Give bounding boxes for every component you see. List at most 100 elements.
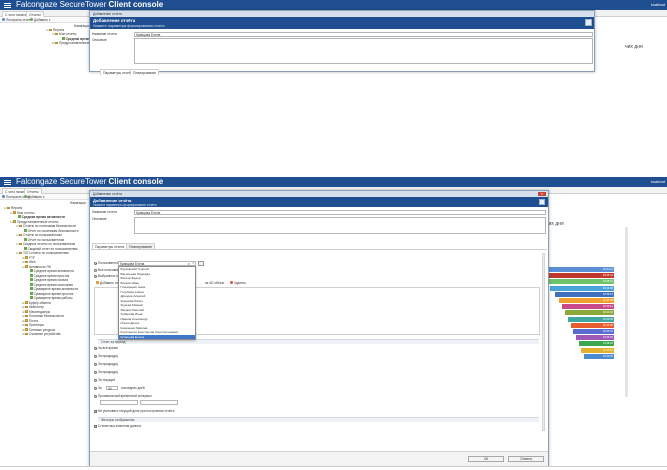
tree-pc-item[interactable]: Среднее время начала [30,278,68,282]
close-button[interactable]: ✕ [538,192,546,196]
main-window: Falcongaze SecureTower Client console lo… [0,177,667,467]
bar-value: 01:48:22 [602,342,613,346]
tree-messengers[interactable]: ⊞ Мессенджеры [22,310,50,314]
user-icon [585,19,592,26]
dialog-scrollbar[interactable] [542,253,545,431]
folder-icon [25,319,28,322]
radio-icon [94,354,97,358]
period-all-time[interactable]: За всё время [94,346,118,350]
name-field[interactable]: Кравцова Елена [134,210,546,215]
add-ad-button[interactable]: из AD объект [205,281,225,285]
period-prev-1[interactable]: За предыдущ [94,354,118,358]
folder-icon [25,314,28,318]
tree-clipboard[interactable]: ⊞ Буфер обмена [22,301,51,305]
tree-user-report[interactable]: Отчет по пользователям [24,238,64,242]
tab-schedule[interactable]: Планирование [130,69,160,75]
cancel-button[interactable]: Отмена [508,456,544,462]
tree-pc-item[interactable]: Среднее время окончания [30,283,73,287]
bar-value: 02:11:50 [603,323,613,327]
tree-by-policies[interactable]: ⊟ Отчеты по политикам безопасности [16,224,76,228]
tree-ftp[interactable]: ⊞ FTP [22,256,35,260]
tree-my-reports[interactable]: ⊟ Мои отчеты [52,32,76,36]
tree-keylogger[interactable]: ⊞ Кейлоггер [22,305,44,309]
folder-icon [13,211,16,214]
delete-button[interactable]: Удалить [230,281,246,285]
tree-pc-item[interactable]: Суммарное время простоя [30,292,73,296]
folder-icon [25,305,28,309]
tree-web[interactable]: ⊞ Web [22,260,36,264]
add-user-icon [96,281,99,284]
date-to-input[interactable] [140,400,178,405]
scrollbar[interactable] [625,227,628,397]
stat-values-option[interactable]: Статистика значения данных [94,424,141,428]
name-field[interactable]: Кравцова Елена [134,32,593,37]
tree-pc-item[interactable]: Суммарное время активности [30,287,78,291]
pick-user-button[interactable] [198,260,204,266]
tree-security-policies[interactable]: ⊞ Политики безопасности [22,314,64,318]
tree-removable[interactable]: ⊞ Съемные устройства [22,332,60,336]
date-from-input[interactable] [100,400,138,405]
nav-header: Навигация [74,24,90,28]
folder-icon [55,32,58,36]
bar: 01:33:00 [583,353,614,359]
menu-icon[interactable] [4,179,11,185]
tree-pc-item[interactable]: Среднее время активности [30,269,74,273]
exclude-current-day[interactable]: Не учитывать текущий день при построении… [94,409,174,413]
tree-mail[interactable]: ⊞ Почта [22,319,38,323]
radio-icon [94,261,97,265]
folder-icon [25,332,28,336]
build-report-button[interactable]: Построить отчет [2,18,30,23]
last-days-input[interactable]: 30 [106,386,118,391]
tree-pc-item[interactable]: Суммарное время работы [30,296,72,300]
bar-value: 02:59:01 [602,292,613,296]
login-label[interactable]: localhost [651,2,665,8]
tree-by-users[interactable]: ⊟ Отчеты по пользователям [16,233,62,237]
tree-pc-activity[interactable]: ⊟ Активность ПК [22,265,51,269]
users-option[interactable]: Пользователь [94,261,119,265]
description-field[interactable] [134,38,593,64]
folder-icon [19,224,22,228]
user-icon [539,199,545,205]
period-custom[interactable]: Произвольный временной интервал [94,394,152,398]
description-field[interactable] [134,217,546,234]
tree-top[interactable]: ⊟ ТОП-отчеты по пользователям [16,251,69,255]
tree-printers[interactable]: ⊞ Принтеры [22,323,44,327]
search-icon [2,18,5,21]
description-label: Описание [92,217,107,221]
tree-pc-item[interactable]: Среднее время простоя [30,274,69,278]
login-label[interactable]: localhost [651,179,665,185]
user-select[interactable]: Кравцова Елена [118,261,196,266]
chevron-down-icon[interactable]: ▾ [188,262,190,266]
bar: 02:31:40 [565,310,614,316]
radio-icon [94,370,97,374]
toolbar: Построить отчет Добавить ▾ [0,194,90,200]
add-button[interactable]: Добавить ▾ [30,18,51,23]
tree-policy-report[interactable]: Отчет по политикам безопасности [24,229,78,233]
tree-avg-time[interactable]: Средняя время активности [18,215,65,219]
clear-icon[interactable]: ✕ [192,261,195,265]
tree-my-reports[interactable]: ⊟ Мои отчеты [10,211,34,215]
tree-root-reports[interactable]: ⊟ Reports [4,206,22,210]
tree-network[interactable]: ⊞ Сетевые ресурсы [22,328,55,332]
add-button[interactable]: Добавить ▾ [24,195,45,200]
bar: 03:45:41 [542,273,614,279]
tree-summary[interactable]: ⊟ Сводные отчеты по пользователям [16,242,75,246]
period-prev-2[interactable]: За предыдущ [94,362,118,366]
app-title: Falcongaze SecureTower Client console [16,177,164,186]
add-icon [30,18,33,21]
period-prev-3[interactable]: За предыдущ [94,370,118,374]
period-last-days[interactable]: За [94,386,102,390]
add-by-button[interactable]: Добавить по [96,281,118,285]
bar: 02:40:12 [562,304,614,310]
display-filters-section[interactable]: Фильтры отображения [98,417,539,422]
bar-value: 01:33:00 [602,354,613,358]
bar-value: 02:40:12 [602,305,613,309]
tree-predefined[interactable]: ⊟ Предустановленные отчеты [10,220,58,224]
folder-icon [49,28,52,32]
dropdown-option[interactable]: Кравцова Елена [119,334,195,339]
ok-button[interactable]: ОК [468,456,504,462]
last-days-suffix: последних дней [121,386,145,390]
period-current[interactable]: За текущий [94,378,115,382]
menu-icon[interactable] [4,2,11,8]
tree-summary-item[interactable]: Сводный отчет по пользователям [24,247,77,251]
